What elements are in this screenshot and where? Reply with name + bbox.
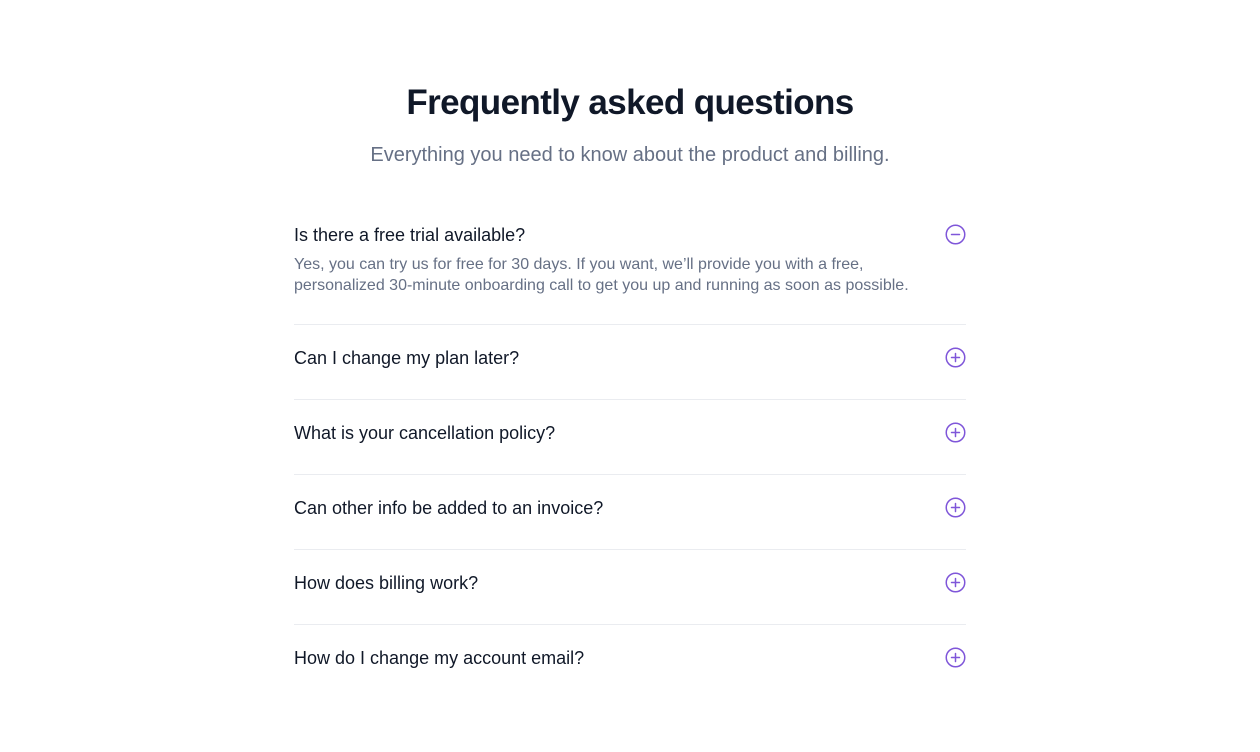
faq-question-row[interactable]: Can I change my plan later? xyxy=(294,347,966,369)
faq-answer: Yes, you can try us for free for 30 days… xyxy=(294,256,909,294)
faq-question: How does billing work? xyxy=(294,573,479,593)
page-title: Frequently asked questions xyxy=(406,83,854,122)
faq-item-change-plan: Can I change my plan later? xyxy=(294,324,966,399)
plus-circle-icon[interactable] xyxy=(945,497,966,518)
faq-item-cancellation-policy: What is your cancellation policy? xyxy=(294,399,966,474)
faq-question: Is there a free trial available? xyxy=(294,225,526,245)
page-subtitle: Everything you need to know about the pr… xyxy=(370,144,890,166)
faq-item-free-trial: Is there a free trial available? Yes, yo… xyxy=(294,217,966,324)
faq-question-row[interactable]: What is your cancellation policy? xyxy=(294,422,966,444)
faq-list: Is there a free trial available? Yes, yo… xyxy=(294,217,966,699)
plus-circle-icon[interactable] xyxy=(945,347,966,368)
faq-question-row[interactable]: How do I change my account email? xyxy=(294,647,966,669)
plus-circle-icon[interactable] xyxy=(945,647,966,668)
faq-question: What is your cancellation policy? xyxy=(294,423,556,443)
minus-circle-icon[interactable] xyxy=(945,224,966,245)
faq-question-row[interactable]: Can other info be added to an invoice? xyxy=(294,497,966,519)
faq-question-row[interactable]: How does billing work? xyxy=(294,572,966,594)
faq-header: Frequently asked questions Everything yo… xyxy=(0,82,1260,169)
faq-item-invoice-info: Can other info be added to an invoice? xyxy=(294,474,966,549)
faq-question: How do I change my account email? xyxy=(294,648,585,668)
faq-item-account-email: How do I change my account email? xyxy=(294,624,966,699)
plus-circle-icon[interactable] xyxy=(945,422,966,443)
plus-circle-icon[interactable] xyxy=(945,572,966,593)
faq-section: Frequently asked questions Everything yo… xyxy=(0,0,1260,752)
faq-question-row[interactable]: Is there a free trial available? xyxy=(294,224,966,246)
faq-question: Can I change my plan later? xyxy=(294,348,520,368)
faq-item-billing: How does billing work? xyxy=(294,549,966,624)
faq-question: Can other info be added to an invoice? xyxy=(294,498,604,518)
